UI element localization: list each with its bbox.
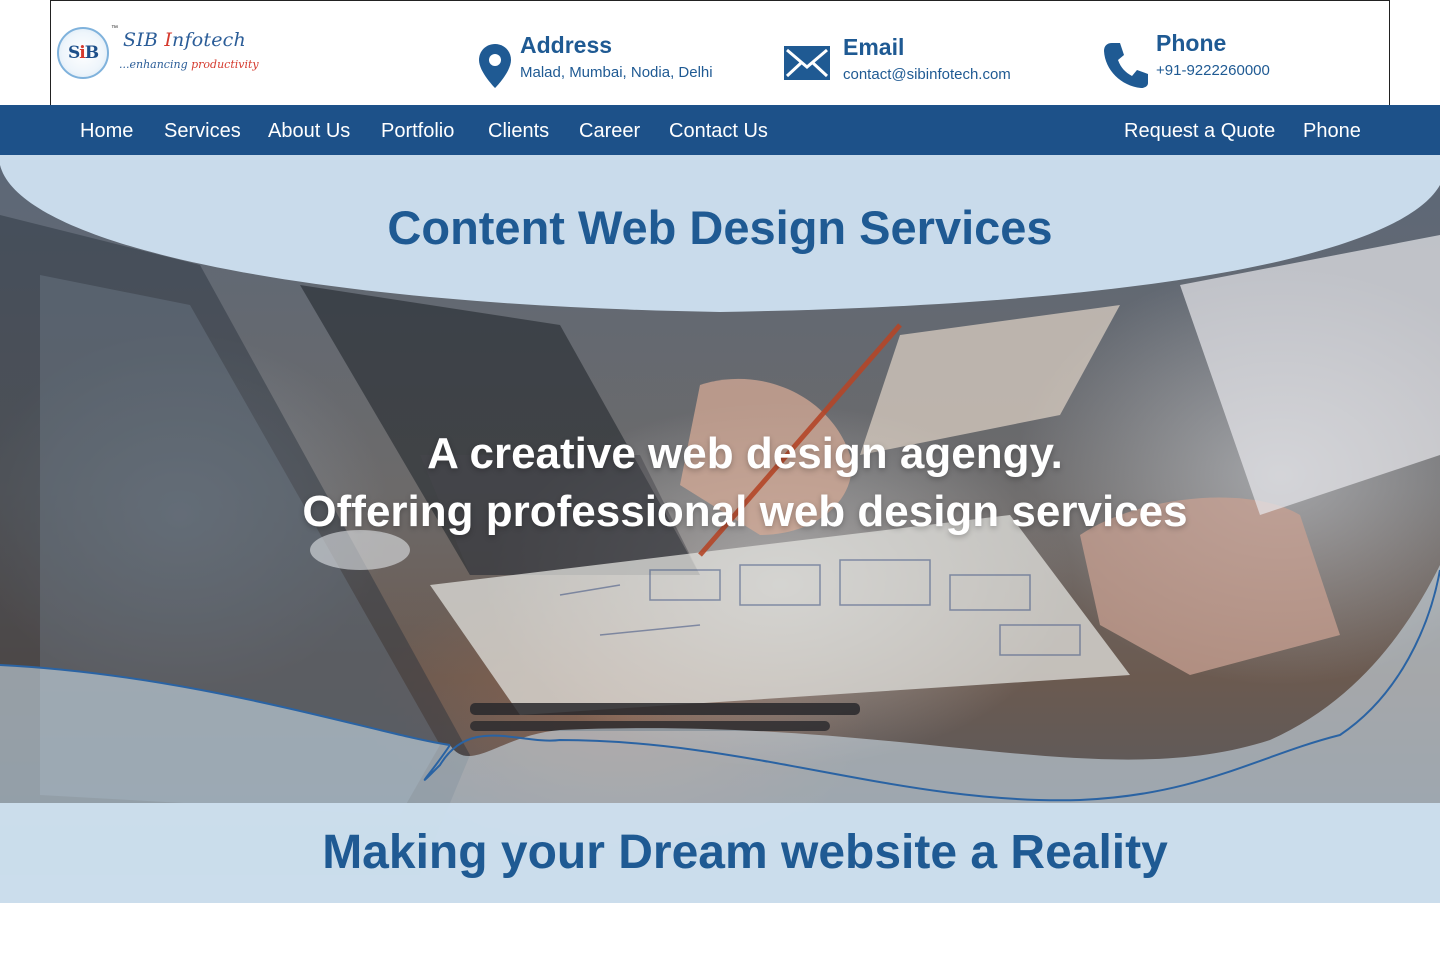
address-title: Address — [520, 32, 613, 58]
nav-about-us[interactable]: About Us — [268, 105, 350, 155]
nav-phone[interactable]: Phone — [1303, 105, 1361, 155]
email-link[interactable]: contact@sibinfotech.com — [843, 66, 1011, 83]
nav-contact-us[interactable]: Contact Us — [669, 105, 768, 155]
nav-portfolio[interactable]: Portfolio — [381, 105, 454, 155]
email-title: Email — [843, 34, 905, 60]
nav-clients[interactable]: Clients — [488, 105, 549, 155]
envelope-icon — [783, 45, 831, 86]
hero-tagline-line1: A creative web design agengy. — [427, 429, 1063, 478]
hero-section: Content Web Design Services A creative w… — [0, 155, 1440, 903]
brand-tagline: ...enhancing productivity — [119, 58, 259, 71]
nav-home[interactable]: Home — [80, 105, 133, 155]
map-pin-icon — [478, 43, 512, 94]
dream-website-heading: Making your Dream website a Reality — [322, 826, 1168, 879]
trademark-symbol: ™ — [111, 25, 118, 32]
nav-career[interactable]: Career — [579, 105, 640, 155]
hero-tagline-line2: Offering professional web design service… — [302, 487, 1188, 536]
logo-mark: SiB — [67, 43, 99, 63]
brand-logo[interactable]: SiB ™ SIB Infotech ...enhancing producti… — [57, 25, 259, 81]
brand-name: SIB Infotech — [123, 29, 246, 51]
phone-icon — [1103, 41, 1149, 94]
phone-title: Phone — [1156, 30, 1227, 56]
nav-request-quote[interactable]: Request a Quote — [1124, 105, 1275, 155]
nav-services[interactable]: Services — [164, 105, 241, 155]
email-block: Email contact@sibinfotech.com — [781, 1, 1071, 106]
address-value: Malad, Mumbai, Nodia, Delhi — [520, 64, 713, 81]
logo-emblem: SiB — [57, 27, 109, 79]
main-nav: Home Services About Us Portfolio Clients… — [0, 105, 1440, 155]
phone-block: Phone +91-9222260000 — [1101, 1, 1381, 106]
phone-link[interactable]: +91-9222260000 — [1156, 62, 1270, 79]
hero-title: Content Web Design Services — [387, 201, 1053, 254]
address-block: Address Malad, Mumbai, Nodia, Delhi — [476, 1, 756, 106]
site-header: SiB ™ SIB Infotech ...enhancing producti… — [50, 0, 1390, 105]
